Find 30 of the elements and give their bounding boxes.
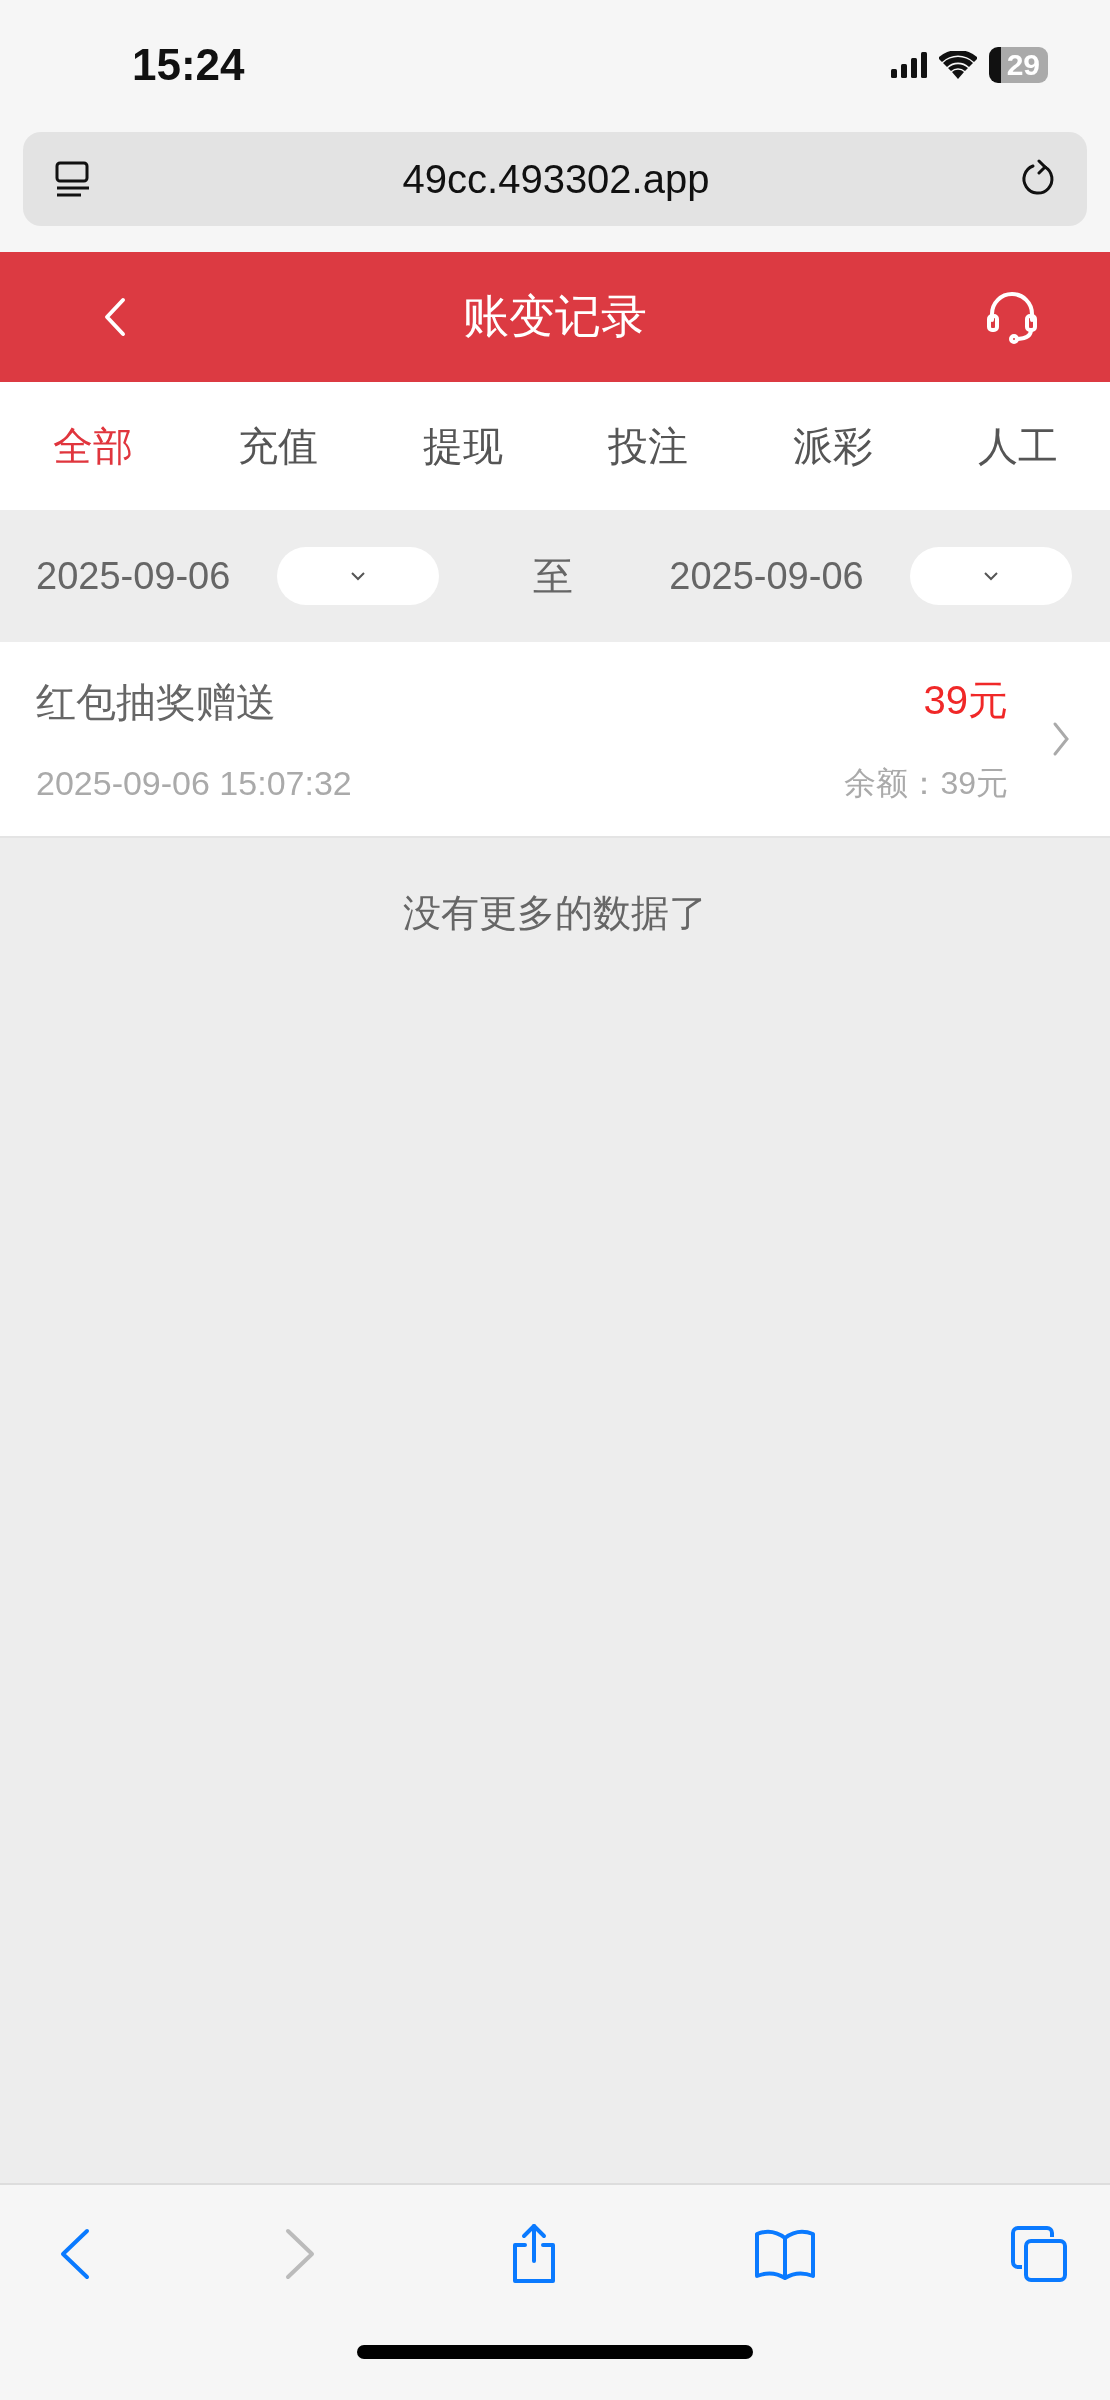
filter-tab[interactable]: 全部 [0,382,185,510]
chevron-down-icon [349,571,366,581]
filter-tab[interactable]: 充值 [185,382,370,510]
wifi-icon [938,51,977,79]
bookmarks-icon[interactable] [753,2228,816,2280]
date-separator: 至 [533,552,573,600]
battery-percent: 29 [1000,47,1048,83]
tabs-icon[interactable] [1010,2225,1068,2283]
chevron-down-icon [982,571,999,581]
record-title: 红包抽奖赠送 [36,679,277,726]
chevron-right-icon [1052,721,1070,757]
filter-tab[interactable]: 投注 [555,382,740,510]
end-date: 2025-09-06 [669,554,864,598]
filter-tab[interactable]: 派彩 [740,382,925,510]
filter-tab[interactable]: 人工 [925,382,1110,510]
page-title: 账变记录 [463,289,647,344]
filter-tab[interactable]: 提现 [370,382,555,510]
headset-icon[interactable] [984,290,1040,344]
record-row[interactable]: 红包抽奖赠送 2025-09-06 15:07:32 39元 余额：39元 [0,642,1110,838]
record-amount: 39元 [923,676,1008,724]
battery-icon [988,47,1001,83]
record-balance: 余额：39元 [844,763,1008,803]
end-message: 没有更多的数据了 [403,891,707,936]
url-text: 49cc.493302.app [402,156,710,202]
back-icon[interactable] [60,2228,90,2280]
status-time: 15:24 [132,40,245,90]
record-time: 2025-09-06 15:07:32 [36,764,353,803]
signal-icon [890,52,927,78]
start-date: 2025-09-06 [36,554,231,598]
address-bar[interactable]: 49cc.493302.app [23,132,1087,226]
